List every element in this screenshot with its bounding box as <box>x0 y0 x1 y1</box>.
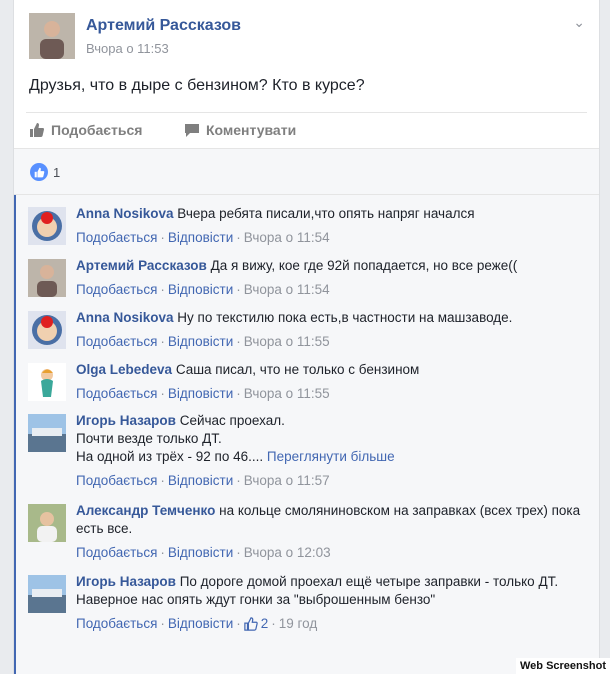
comment-time[interactable]: Вчора о 11:54 <box>244 229 330 247</box>
commenter-avatar[interactable] <box>28 207 66 245</box>
comment-text: Саша писал, что не только с бензином <box>175 362 420 377</box>
comments-section: 1 Anna Nosikova Вчера ребята писали,что … <box>14 148 599 674</box>
separator: · <box>160 386 165 401</box>
comment-time[interactable]: Вчора о 11:55 <box>244 333 330 351</box>
post-text: Друзья, что в дыре с бензином? Кто в кур… <box>29 77 365 94</box>
comment-text: Ну по текстилю пока есть,в частности на … <box>177 310 513 325</box>
separator: · <box>160 282 165 297</box>
separator: · <box>236 282 241 297</box>
comment-likes[interactable]: 2 <box>244 615 269 633</box>
comment-reply-link[interactable]: Відповісти <box>168 615 233 633</box>
comment-like-link[interactable]: Подобається <box>76 544 157 562</box>
comment-time[interactable]: 19 год <box>279 615 317 633</box>
reaction-count: 1 <box>53 164 61 180</box>
comment-author[interactable]: Anna Nosikova <box>76 206 174 221</box>
comment-reply-link[interactable]: Відповісти <box>168 544 233 562</box>
comment-author[interactable]: Anna Nosikova <box>76 310 174 325</box>
divider <box>14 194 599 195</box>
comment-reply-link[interactable]: Відповісти <box>168 281 233 299</box>
comment-author[interactable]: Игорь Назаров <box>76 574 176 589</box>
separator: · <box>236 545 241 560</box>
thumbs-up-icon <box>30 123 44 137</box>
comment-text: По дороге домой проехал ещё четыре запра… <box>179 574 559 589</box>
comment-text-line: Почти везде только ДТ. <box>76 431 222 446</box>
separator: · <box>236 334 241 349</box>
thumbs-up-icon <box>244 617 258 631</box>
separator: · <box>160 230 165 245</box>
separator: · <box>236 230 241 245</box>
comment-reply-link[interactable]: Відповісти <box>168 229 233 247</box>
comment-text-line: На одной из трёх - 92 по 46.... <box>76 449 264 464</box>
separator: · <box>236 386 241 401</box>
comment-reply-link[interactable]: Відповісти <box>168 385 233 403</box>
like-label: Подобається <box>51 122 143 138</box>
separator: · <box>160 616 165 631</box>
comment-like-link[interactable]: Подобається <box>76 615 157 633</box>
see-more-link[interactable]: Переглянути більше <box>267 449 395 464</box>
commenter-avatar[interactable] <box>28 575 66 613</box>
separator: · <box>236 616 241 631</box>
like-reaction-icon <box>30 163 48 181</box>
comment-author[interactable]: Olga Lebedeva <box>76 362 172 377</box>
comment-author[interactable]: Артемий Рассказов <box>76 258 207 273</box>
comment-like-link[interactable]: Подобається <box>76 229 157 247</box>
comment-time[interactable]: Вчора о 11:54 <box>244 281 330 299</box>
commenter-avatar[interactable] <box>28 259 66 297</box>
comment-reply-link[interactable]: Відповісти <box>168 472 233 490</box>
comment-text: Вчера ребята писали,что опять напряг нач… <box>177 206 475 221</box>
comment-like-link[interactable]: Подобається <box>76 281 157 299</box>
separator: · <box>160 334 165 349</box>
separator: · <box>160 473 165 488</box>
comment-author[interactable]: Александр Темченко <box>76 503 215 518</box>
separator: · <box>160 545 165 560</box>
comment-label: Коментувати <box>206 122 297 138</box>
separator: · <box>236 473 241 488</box>
comment-button[interactable]: Коментувати <box>184 119 296 141</box>
post-author[interactable]: Артемий Рассказов <box>86 17 241 35</box>
comment-text: Да я вижу, кое где 92й попадается, но вс… <box>210 258 518 273</box>
comment-like-link[interactable]: Подобається <box>76 385 157 403</box>
comment-like-count: 2 <box>260 616 269 631</box>
comment-author[interactable]: Игорь Назаров <box>76 413 176 428</box>
comment-text-line: Наверное нас опять ждут гонки за "выброш… <box>76 592 436 607</box>
commenter-avatar[interactable] <box>28 414 66 452</box>
post-card: Артемий Рассказов Вчора о 11:53 ⌄ Друзья… <box>13 0 600 674</box>
separator: · <box>271 616 276 631</box>
comment-reply-link[interactable]: Відповісти <box>168 333 233 351</box>
comment-text: Сейчас проехал. <box>179 413 285 428</box>
commenter-avatar[interactable] <box>28 363 66 401</box>
chevron-down-icon[interactable]: ⌄ <box>573 14 585 31</box>
reactions-summary[interactable]: 1 <box>30 163 60 181</box>
commenter-avatar[interactable] <box>28 504 66 542</box>
divider <box>26 112 587 113</box>
author-avatar[interactable] <box>29 13 75 59</box>
comment-like-link[interactable]: Подобається <box>76 472 157 490</box>
post-timestamp[interactable]: Вчора о 11:53 <box>86 41 169 56</box>
comment-icon <box>185 124 199 137</box>
like-button[interactable]: Подобається <box>29 119 142 141</box>
commenter-avatar[interactable] <box>28 311 66 349</box>
comment-time[interactable]: Вчора о 12:03 <box>244 544 331 562</box>
comment-time[interactable]: Вчора о 11:55 <box>244 385 330 403</box>
comment-time[interactable]: Вчора о 11:57 <box>244 472 330 490</box>
thread-bar <box>14 195 16 674</box>
comment-like-link[interactable]: Подобається <box>76 333 157 351</box>
watermark: Web Screenshot <box>516 658 610 674</box>
